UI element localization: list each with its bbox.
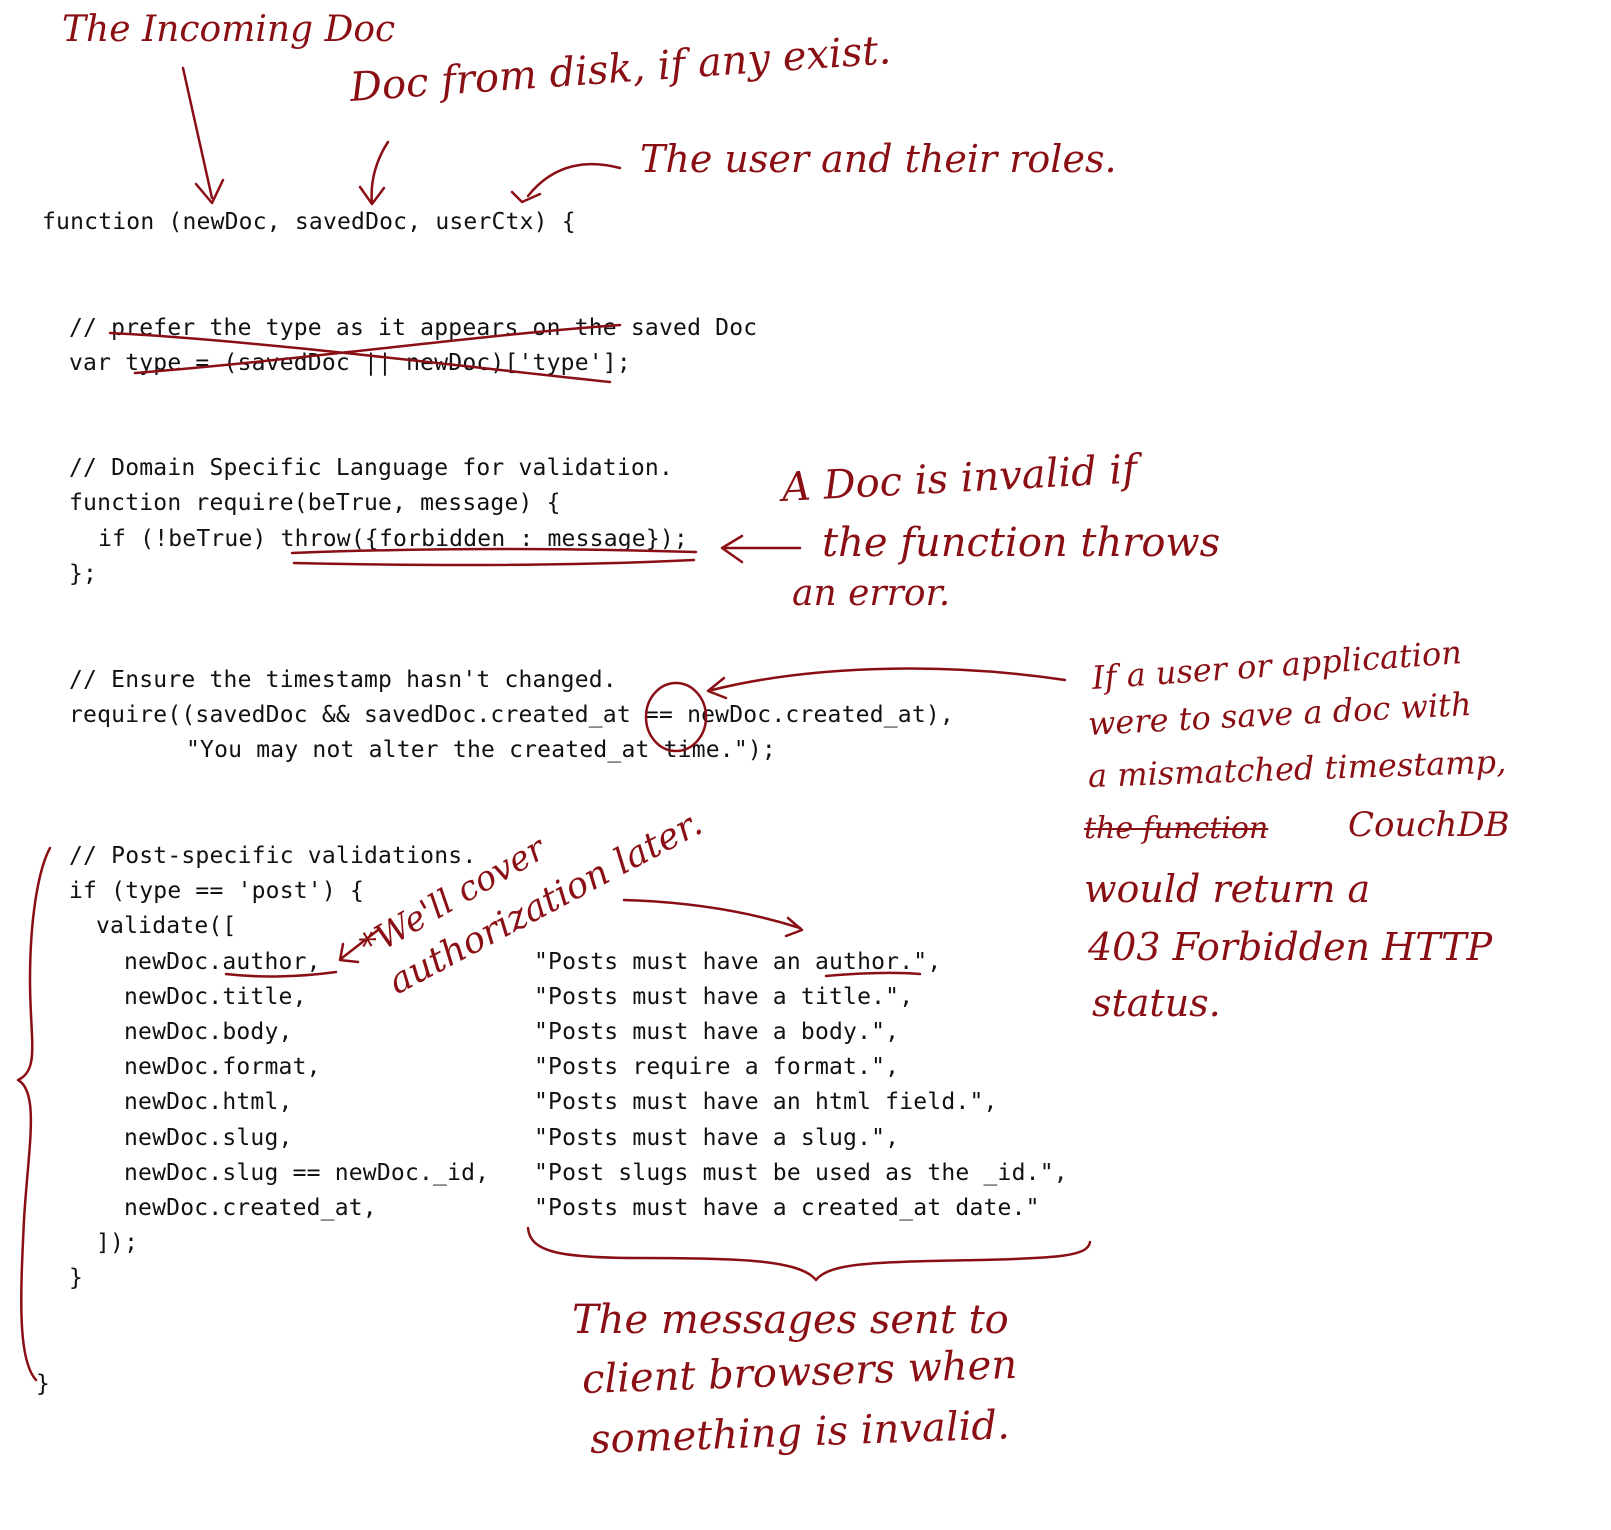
annotation-invalid-line-3: an error. xyxy=(792,573,951,614)
arrow-messages-icon xyxy=(622,898,804,938)
arrow-timestamp-icon xyxy=(706,667,1067,700)
validation-field: newDoc.format, xyxy=(124,1054,321,1080)
code-dsl-comment: // Domain Specific Language for validati… xyxy=(69,455,674,481)
validation-message: "Posts must have a slug.", xyxy=(534,1125,900,1151)
code-require-def: function require(beTrue, message) { xyxy=(69,490,561,516)
annotation-timestamp-line-5: would return a xyxy=(1084,867,1371,911)
arrow-incoming-doc-icon xyxy=(181,66,225,205)
code-validate-close: ]); xyxy=(96,1230,139,1256)
code-ts-message: "You may not alter the created_at time."… xyxy=(186,737,776,763)
validation-message: "Post slugs must be used as the _id.", xyxy=(534,1160,1068,1186)
validation-field: newDoc.author, xyxy=(124,949,321,975)
arrow-saved-doc-icon xyxy=(358,140,390,206)
code-ts-require: require((savedDoc && savedDoc.created_at… xyxy=(69,702,954,728)
code-type-line: var type = (savedDoc || newDoc)['type']; xyxy=(69,350,631,376)
validation-field: newDoc.title, xyxy=(124,984,307,1010)
code-validate-open: validate([ xyxy=(96,913,237,939)
validation-field: newDoc.slug == newDoc._id, xyxy=(124,1160,490,1186)
code-signature: function (newDoc, savedDoc, userCtx) { xyxy=(42,209,576,235)
annotation-timestamp-line-7: status. xyxy=(1092,981,1221,1025)
validation-message: "Posts must have an html field.", xyxy=(534,1089,998,1115)
validation-message: "Posts require a format.", xyxy=(534,1054,900,1080)
annotation-saved-doc: Doc from disk, if any exist. xyxy=(348,27,893,111)
annotation-timestamp-line-6: 403 Forbidden HTTP xyxy=(1088,925,1493,969)
validation-field: newDoc.body, xyxy=(124,1019,293,1045)
code-require-if: if (!beTrue) throw({forbidden : message}… xyxy=(98,526,688,552)
validation-field: newDoc.slug, xyxy=(124,1125,293,1151)
code-post-comment: // Post-specific validations. xyxy=(69,843,477,869)
validation-message: "Posts must have an author.", xyxy=(534,949,942,975)
code-type-comment: // prefer the type as it appears on the … xyxy=(69,315,758,341)
brace-messages-icon xyxy=(526,1226,1092,1282)
annotation-user-ctx: The user and their roles. xyxy=(640,137,1117,181)
validation-message: "Posts must have a title.", xyxy=(534,984,914,1010)
annotation-messages-line-2: client browsers when xyxy=(581,1341,1018,1403)
code-post-if: if (type == 'post') { xyxy=(69,878,364,904)
code-require-close: }; xyxy=(69,561,98,587)
annotation-timestamp-couchdb: CouchDB xyxy=(1348,805,1510,845)
validation-field: newDoc.created_at, xyxy=(124,1195,377,1221)
annotation-timestamp-line-1: If a user or application xyxy=(1090,633,1463,697)
annotation-incoming-doc: The Incoming Doc xyxy=(62,9,396,50)
annotation-timestamp-line-2: were to save a doc with xyxy=(1087,684,1473,743)
validation-field: newDoc.html, xyxy=(124,1089,293,1115)
brace-post-section-icon xyxy=(16,846,52,1382)
annotation-messages-line-3: something is invalid. xyxy=(589,1402,1011,1463)
annotation-timestamp-line-3: a mismatched timestamp, xyxy=(1087,742,1507,795)
annotation-timestamp-struck: the function xyxy=(1084,811,1269,846)
validation-message: "Posts must have a body.", xyxy=(534,1019,900,1045)
annotation-invalid-line-1: A Doc is invalid if xyxy=(780,446,1139,511)
code-if-close: } xyxy=(69,1265,84,1291)
annotation-invalid-line-2: the function throws xyxy=(822,520,1221,566)
validation-message: "Posts must have a created_at date." xyxy=(534,1195,1040,1221)
code-fn-close: } xyxy=(36,1371,51,1397)
arrow-invalid-doc-icon xyxy=(720,534,802,564)
arrow-user-ctx-icon xyxy=(510,162,622,204)
annotation-messages-line-1: The messages sent to xyxy=(572,1297,1009,1343)
code-ts-comment: // Ensure the timestamp hasn't changed. xyxy=(69,667,617,693)
